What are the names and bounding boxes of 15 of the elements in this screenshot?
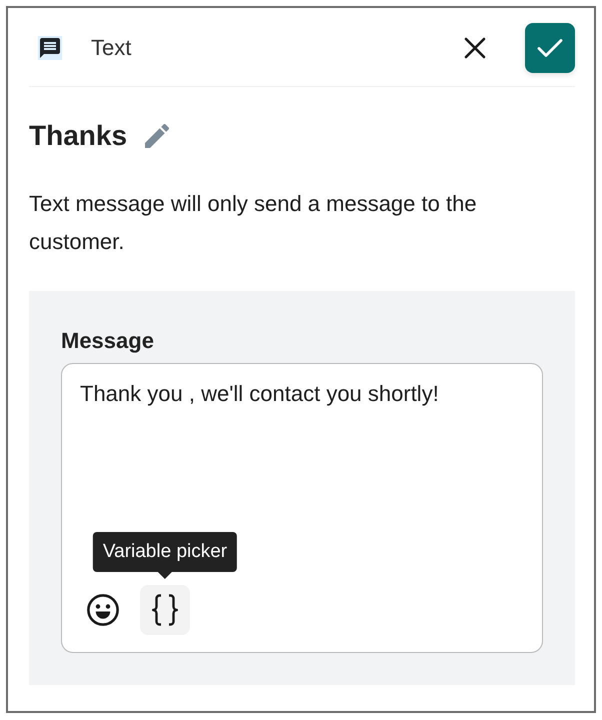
pencil-icon: [145, 124, 170, 148]
variable-picker-button[interactable]: [140, 585, 190, 635]
checkmark-icon: [537, 38, 563, 58]
smiley-icon: [87, 594, 119, 626]
message-label: Message: [61, 327, 155, 355]
message-field[interactable]: Thank you , we'll contact you shortly! Variable picker: [61, 363, 543, 653]
close-icon: [464, 37, 486, 59]
panel-title: Text: [91, 35, 132, 61]
edit-name-button[interactable]: [145, 124, 170, 148]
chat-bubble-icon: [38, 36, 62, 60]
tooltip: Variable picker: [92, 532, 238, 579]
confirm-button[interactable]: [525, 23, 575, 73]
braces-icon: [152, 594, 178, 626]
description-text: Text message will only send a message to the customer.: [29, 190, 478, 256]
step-name: Thanks: [29, 119, 128, 153]
